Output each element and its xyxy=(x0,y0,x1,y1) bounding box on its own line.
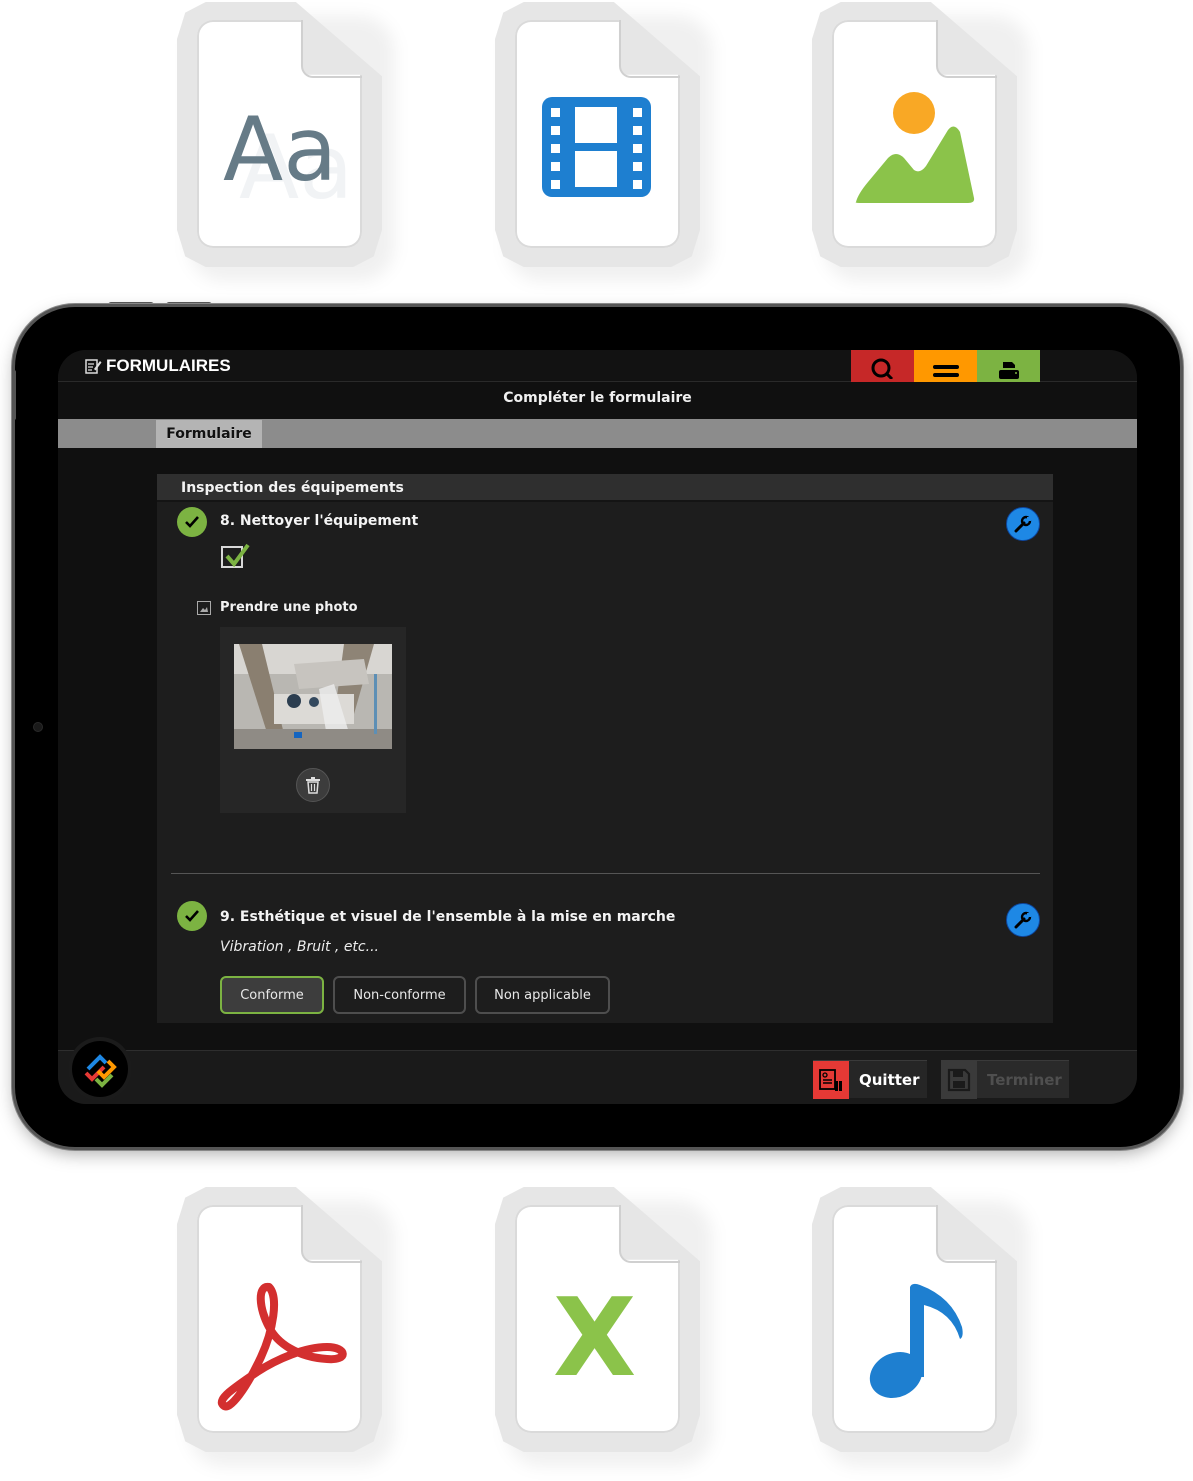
status-complete-icon xyxy=(177,901,207,931)
app-title-text: FORMULAIRES xyxy=(106,356,231,375)
finish-label: Terminer xyxy=(977,1061,1069,1098)
checkmark-icon xyxy=(225,543,250,568)
question-8-settings-button[interactable] xyxy=(1006,507,1040,541)
question-8-checkbox[interactable] xyxy=(221,543,250,568)
top-actions xyxy=(851,350,1040,382)
question-8-title: 8. Nettoyer l'équipement xyxy=(220,513,419,529)
app-logo-icon xyxy=(84,1054,117,1088)
print-button[interactable] xyxy=(977,350,1040,382)
option-conforme[interactable]: Conforme xyxy=(220,976,324,1014)
equipment-photo xyxy=(234,644,392,749)
menu-button[interactable] xyxy=(914,350,977,382)
question-9-settings-button[interactable] xyxy=(1006,903,1040,937)
question-9-subtitle: Vibration , Bruit , etc... xyxy=(220,939,379,955)
app-screen: FORMULAIRES Compléter le formulaire Form… xyxy=(58,350,1137,1104)
top-bar: FORMULAIRES xyxy=(58,350,1137,382)
tab-formulaire[interactable]: Formulaire xyxy=(156,420,262,448)
save-icon xyxy=(941,1061,977,1099)
page-heading: Compléter le formulaire xyxy=(503,390,692,406)
app-logo-button[interactable] xyxy=(72,1041,128,1097)
tab-bar: Formulaire xyxy=(58,419,1137,448)
forms-icon xyxy=(85,359,102,374)
image-file-icon xyxy=(812,2,1029,281)
delete-photo-button[interactable] xyxy=(296,768,330,802)
font-aa-glyph: Aa xyxy=(223,98,337,201)
option-non-conforme[interactable]: Non-conforme xyxy=(333,976,466,1014)
app-title: FORMULAIRES xyxy=(84,356,231,376)
trash-icon xyxy=(306,777,320,794)
take-photo-text: Prendre une photo xyxy=(220,600,358,615)
text-file-icon: Aa Aa xyxy=(177,2,394,281)
question-divider xyxy=(171,873,1040,874)
font-aa-icon: Aa Aa xyxy=(223,98,353,219)
take-photo-label: Prendre une photo xyxy=(197,600,358,615)
excel-x-glyph: X xyxy=(553,1276,636,1401)
excel-file-icon: X xyxy=(495,1187,712,1466)
excel-x-icon: X xyxy=(553,1276,636,1401)
status-complete-icon xyxy=(177,507,207,537)
menu-icon xyxy=(932,365,959,377)
photo-icon xyxy=(197,600,211,615)
video-file-icon xyxy=(495,2,712,281)
quit-label: Quitter xyxy=(859,1070,920,1089)
quit-icon xyxy=(813,1061,849,1099)
option-non-applicable[interactable]: Non applicable xyxy=(475,976,610,1014)
music-note-icon xyxy=(869,1283,963,1398)
form-panel: Inspection des équipements 8. Nettoyer l… xyxy=(157,474,1053,1023)
quit-button[interactable]: Quitter xyxy=(813,1060,927,1099)
audio-file-icon xyxy=(812,1187,1029,1466)
wrench-icon xyxy=(1014,515,1032,533)
search-button[interactable] xyxy=(851,350,914,382)
print-icon xyxy=(998,362,1019,379)
side-button xyxy=(12,370,16,420)
film-strip-icon xyxy=(542,97,651,197)
question-9-title: 9. Esthétique et visuel de l'ensemble à … xyxy=(220,909,676,925)
landscape-icon xyxy=(855,92,975,203)
wrench-icon xyxy=(1014,911,1032,929)
camera xyxy=(33,722,43,732)
photo-card xyxy=(220,627,406,813)
search-icon xyxy=(871,358,893,379)
finish-button[interactable]: Terminer xyxy=(941,1060,1069,1099)
pdf-file-icon xyxy=(177,1187,394,1466)
section-header: Inspection des équipements xyxy=(157,474,1053,502)
acrobat-pdf-icon xyxy=(217,1283,347,1411)
photo-thumbnail[interactable] xyxy=(234,644,392,749)
